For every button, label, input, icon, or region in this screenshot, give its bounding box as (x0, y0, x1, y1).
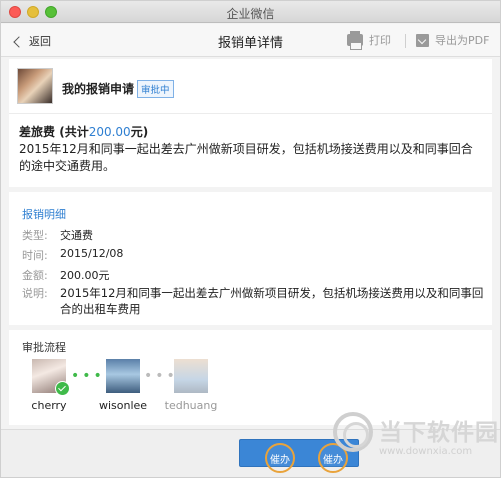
urge-label-highlight: 催办 (265, 443, 295, 473)
detail-key: 说明: (22, 287, 48, 300)
detail-value: 2015年12月和同事一起出差去广州做新项目研发，包括机场接送费用以及和同事回合… (60, 286, 484, 316)
approval-flow-card: 审批流程 cherry ••• wisonlee ••• tedhuang (9, 330, 492, 425)
detail-value: 2015/12/08 (60, 247, 124, 260)
detail-key: 类型: (22, 229, 48, 242)
action-footer: 催办 催办 (1, 429, 500, 477)
avatar (174, 359, 208, 393)
expense-total: 差旅费 (共计200.00元) (19, 123, 148, 140)
total-suffix: 元) (130, 125, 149, 139)
detail-value: 交通费 (60, 229, 93, 242)
nav-bar: 返回 报销单详情 打印 导出为PDF (1, 24, 500, 57)
export-pdf-label: 导出为PDF (435, 34, 490, 47)
window-title: 企业微信 (226, 7, 275, 21)
urge-label-highlight-secondary: 催办 (318, 443, 348, 473)
expense-detail-card: 报销明细 类型: 交通费 时间: 2015/12/08 金额: 200.00元 … (9, 192, 492, 325)
request-description: 2015年12月和同事一起出差去广州做新项目研发，包括机场接送费用以及和同事回合… (19, 142, 473, 173)
download-icon (416, 33, 429, 47)
approver-name: tedhuang (164, 399, 218, 412)
back-button[interactable]: 返回 (13, 33, 51, 49)
detail-row-amount: 金额: 200.00元 (22, 267, 110, 283)
avatar (106, 359, 140, 393)
flow-section-title: 审批流程 (22, 341, 66, 354)
request-heading: 我的报销申请 (62, 82, 135, 96)
app-window: 企业微信 返回 报销单详情 打印 导出为PDF 我的报销申请 审批中 差旅费 (… (0, 0, 501, 478)
approver-cherry[interactable]: cherry (9, 359, 89, 412)
request-summary-card: 我的报销申请 审批中 差旅费 (共计200.00元) 2015年12月和同事一起… (9, 59, 492, 187)
toolbar-divider (405, 34, 406, 48)
avatar (17, 68, 53, 104)
print-label: 打印 (369, 34, 391, 47)
printer-icon (347, 31, 363, 50)
title-bar: 企业微信 (1, 1, 500, 23)
detail-section-title: 报销明细 (22, 208, 66, 221)
summary-divider (9, 113, 492, 114)
detail-row-type: 类型: 交通费 (22, 227, 93, 243)
avatar (32, 359, 70, 396)
approver-tedhuang[interactable]: tedhuang (151, 359, 231, 412)
approver-name: cherry (31, 399, 67, 412)
urge-button[interactable]: 催办 催办 (239, 439, 359, 473)
detail-key: 时间: (22, 249, 48, 262)
print-button[interactable]: 打印 (347, 31, 391, 50)
detail-value: 200.00元 (60, 269, 110, 282)
total-prefix: (共计 (59, 125, 89, 139)
back-label: 返回 (29, 35, 51, 48)
status-badge: 审批中 (137, 80, 174, 98)
detail-key: 金额: (22, 269, 48, 282)
export-pdf-button[interactable]: 导出为PDF (416, 32, 489, 48)
detail-row-note: 说明: 2015年12月和同事一起出差去广州做新项目研发，包括机场接送费用以及和… (22, 285, 485, 317)
chevron-left-icon (13, 35, 25, 48)
expense-category: 差旅费 (19, 125, 56, 139)
check-icon (55, 381, 70, 396)
total-amount: 200.00 (88, 125, 131, 139)
detail-row-time: 时间: 2015/12/08 (22, 247, 123, 263)
